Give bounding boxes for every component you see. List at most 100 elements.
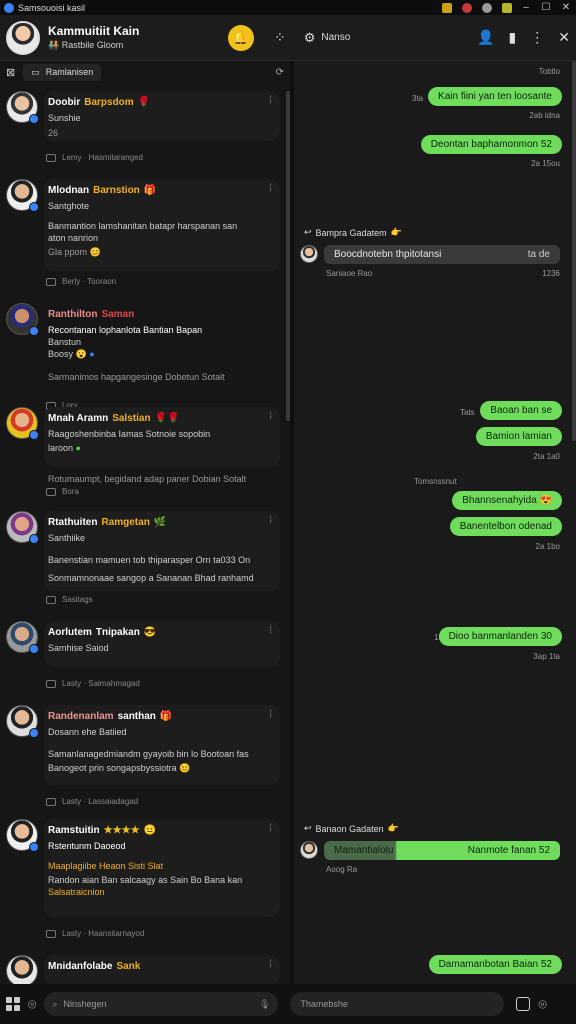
post-text: Rstentunm Daoeod	[48, 841, 126, 851]
message-time: 3ta	[412, 94, 424, 103]
apps-grid-icon[interactable]	[6, 997, 20, 1011]
post-text: Banenstian mamuen tob thiparasper Orn ta…	[48, 555, 251, 565]
post-avatar[interactable]	[6, 955, 38, 984]
post-author[interactable]: Randenanlam	[48, 711, 114, 722]
post-footer: Berly · Tooraon	[46, 277, 116, 286]
message-icon[interactable]: ▮	[509, 29, 517, 46]
post-menu-icon[interactable]: ⁞	[269, 183, 272, 194]
search-icon: ⌕	[52, 998, 58, 1009]
refresh-icon[interactable]: ⟳	[276, 67, 284, 78]
sender-avatar[interactable]	[300, 245, 318, 263]
message-label: Tomsnssnut	[414, 477, 457, 486]
post-author[interactable]: Ranthilton	[48, 309, 97, 320]
post-menu-icon[interactable]: ⁞	[269, 411, 272, 422]
post-menu-icon[interactable]: ⁞	[269, 709, 272, 720]
post-author[interactable]: Mnidanfolabe	[48, 961, 112, 972]
tray-icon-extension[interactable]	[502, 2, 512, 13]
attach-icon[interactable]	[516, 997, 531, 1011]
search-input[interactable]: ⌕ Ninshegen 🎙	[44, 992, 279, 1016]
chat-timestamp: Tobtlo	[538, 67, 560, 76]
tray-icon-record[interactable]	[462, 2, 472, 13]
rose-icon: 🌹🌹	[154, 413, 180, 424]
post-avatar[interactable]	[6, 705, 39, 738]
message-bubble-out[interactable]: Damamanbotan Baian 52	[428, 955, 562, 974]
post-footer: Lasty · Lassaiadagad	[46, 797, 138, 806]
plant-icon: 🌿	[153, 517, 167, 528]
message-bubble-out[interactable]: Dioo banmanlanden 30	[438, 627, 562, 646]
verified-icon	[29, 728, 39, 738]
close-chat-icon[interactable]: ✕	[558, 29, 570, 46]
comment-icon[interactable]	[46, 277, 56, 286]
minimize-button[interactable]: –	[520, 2, 532, 14]
message-input[interactable]: Thamebshe	[290, 992, 505, 1016]
post-menu-icon[interactable]: ⁞	[269, 959, 272, 970]
post-author[interactable]: Mnah Aramn	[48, 413, 108, 424]
sender-avatar[interactable]	[300, 841, 318, 859]
message-bubble-out[interactable]: Baoan ban se	[480, 401, 562, 420]
post-avatar[interactable]	[6, 621, 39, 654]
post-author[interactable]: Mlodnan	[48, 185, 89, 196]
window-title: Samsouoisi kasil	[18, 2, 86, 13]
post-author[interactable]: Ramstuitin	[48, 825, 100, 836]
window-titlebar: Samsouoisi kasil – ☐ ✕	[0, 0, 576, 15]
post-avatar[interactable]	[6, 407, 39, 440]
window-close-button[interactable]: ✕	[560, 2, 572, 14]
room-title: ⚙ Nanso	[304, 30, 424, 46]
message-bubble-in[interactable]: Mamantialolu Nanmote fanan 52	[324, 841, 560, 860]
hand-icon: 👉	[390, 227, 402, 237]
post-text: laroon ●	[48, 443, 81, 453]
notification-bell-icon[interactable]: 🔔	[228, 24, 254, 51]
post-menu-icon[interactable]: ⁞	[269, 625, 272, 636]
post-author[interactable]: Aorlutem	[48, 627, 92, 638]
emoji-icon: 😐	[143, 825, 156, 836]
close-feed-icon[interactable]: ⊠	[6, 66, 15, 79]
post-menu-icon[interactable]: ⁞	[269, 95, 272, 106]
message-bubble-out[interactable]: Kain fiini yan ten loosante	[428, 87, 562, 106]
feed-tab[interactable]: ▭ Ramlanisen	[23, 63, 102, 81]
post-footer: Sasitags	[46, 595, 93, 604]
tray-icon-wallet[interactable]	[442, 2, 452, 13]
chat-scrollbar[interactable]	[572, 61, 576, 441]
post-tag: Barnstion	[93, 185, 140, 196]
profile-icon[interactable]: 👤	[477, 29, 494, 46]
post-tag: Sank	[116, 961, 141, 972]
mic-icon[interactable]: 🎙	[259, 999, 270, 1010]
gift-icon: 🎁	[159, 711, 173, 722]
post-menu-icon[interactable]: ⁞	[269, 823, 272, 834]
post-author[interactable]: Doobir	[48, 97, 80, 108]
message-bubble-out[interactable]: Bamion lamian	[475, 427, 562, 446]
post-text: Rotumaumpt, begidand adap paner Dobian S…	[48, 474, 247, 484]
post-text: Recontanan lophanlota Bantian Bapan	[48, 325, 203, 335]
comment-icon[interactable]	[46, 153, 56, 162]
tray-icon-settings[interactable]	[482, 2, 492, 13]
post-avatar[interactable]	[6, 819, 39, 852]
location-pin-icon[interactable]: ⌾	[538, 996, 546, 1013]
hand-icon: 👉	[387, 823, 399, 833]
post-avatar[interactable]	[6, 303, 39, 336]
user-avatar[interactable]	[6, 20, 40, 55]
comment-icon[interactable]	[46, 487, 56, 496]
message-stamp: 2ab idna	[529, 111, 560, 120]
message-bubble-in[interactable]: Boocdnotebn thpitotansi ta de	[324, 245, 560, 264]
verified-icon	[29, 326, 39, 336]
maximize-button[interactable]: ☐	[540, 2, 552, 14]
menu-dots-icon[interactable]: ⁘	[274, 29, 286, 46]
more-options-icon[interactable]: ⋮	[530, 29, 544, 46]
post-menu-icon[interactable]: ⁞	[269, 515, 272, 526]
verified-icon	[29, 534, 39, 544]
comment-icon[interactable]	[46, 679, 56, 688]
post-avatar[interactable]	[6, 91, 39, 124]
post-tag: Ramgetan	[101, 517, 150, 528]
post-text: Santhiike	[48, 533, 86, 543]
gift-icon: 🎁	[143, 185, 157, 196]
comment-icon[interactable]	[46, 797, 56, 806]
location-pin-icon[interactable]: ⌾	[28, 996, 36, 1013]
post-author[interactable]: Rtathuiten	[48, 517, 97, 528]
comment-icon[interactable]	[46, 929, 56, 938]
post-avatar[interactable]	[6, 511, 39, 544]
message-bubble-out[interactable]: Deontan baphamonmon 52	[420, 135, 562, 154]
comment-icon[interactable]	[46, 595, 56, 604]
post-avatar[interactable]	[6, 179, 39, 212]
message-bubble-out[interactable]: Bhannsenahyida 😍	[452, 491, 562, 510]
message-bubble-out[interactable]: Banentelbon odenad	[449, 517, 562, 536]
